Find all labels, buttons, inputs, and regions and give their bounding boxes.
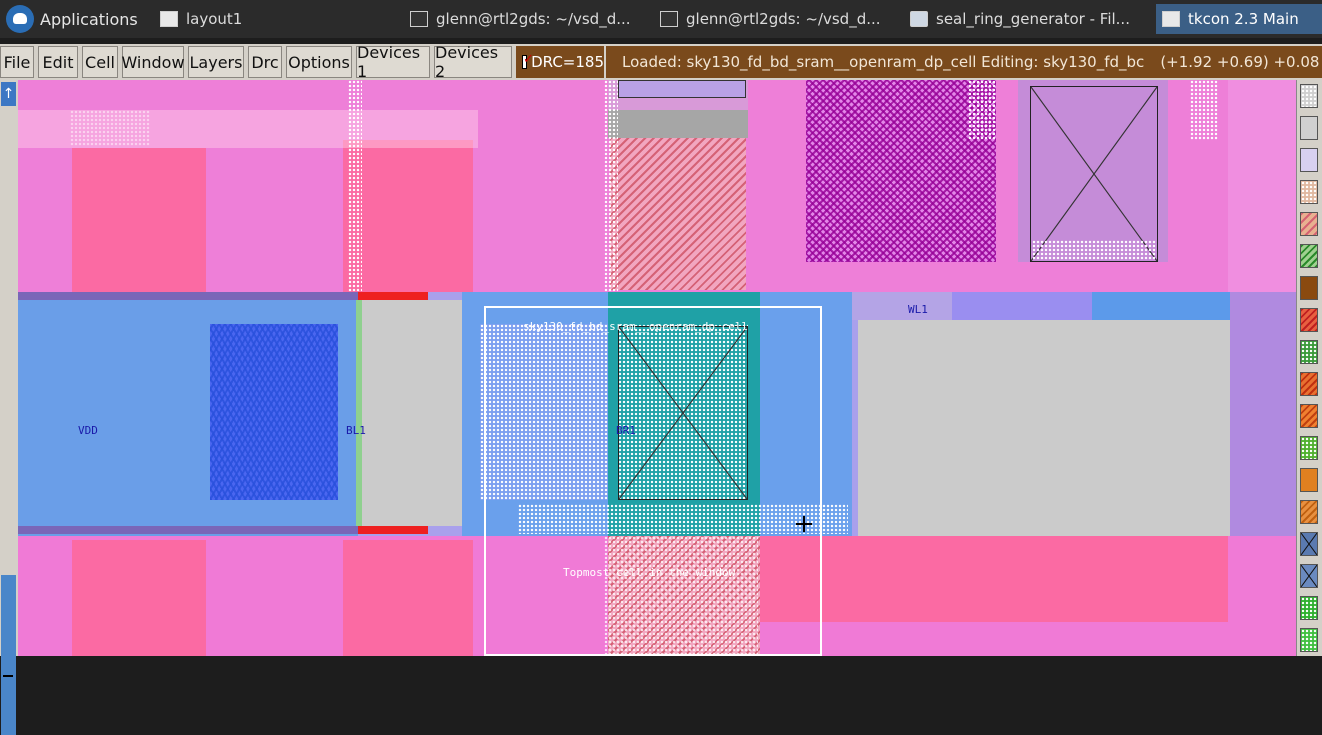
layer-swatch[interactable] [1300,84,1318,108]
layer-swatch[interactable] [1300,500,1318,524]
layer-swatch[interactable] [1300,276,1318,300]
applications-menu[interactable]: Applications [6,4,138,34]
gray-region [358,300,462,526]
layer-swatch[interactable] [1300,308,1318,332]
selection-box[interactable] [484,306,822,656]
gray-region [608,110,748,138]
contact-dots [70,110,150,146]
drc-toggle[interactable]: DRC=185 [516,46,604,78]
menu-cell[interactable]: Cell [82,46,118,78]
status-bar: Loaded: sky130_fd_bd_sram__openram_dp_ce… [606,46,1322,78]
wl-strip [952,292,1092,320]
poly-region [343,540,473,656]
menu-file[interactable]: File [0,46,34,78]
label-bl1: BL1 [346,424,366,437]
menu-layers[interactable]: Layers [188,46,244,78]
red-strip [358,526,428,534]
layer-swatch[interactable] [1300,180,1318,204]
wl-strip [852,292,952,320]
layer-swatch[interactable] [1300,596,1318,620]
window-icon [160,11,178,27]
menu-devices-1[interactable]: Devices 1 [356,43,430,81]
taskbar: Applications layout1 glenn@rtl2gds: ~/vs… [0,0,1322,38]
scroll-up-arrow-icon[interactable]: ↑ [1,82,16,106]
drc-checkbox-icon [522,52,534,69]
poly-region [758,536,1228,622]
via-array [210,324,338,500]
cell-box [618,80,746,98]
label-wl1: WL1 [908,303,928,316]
wl-strip [1092,292,1230,320]
menu-devices-2[interactable]: Devices 2 [434,43,512,81]
layer-palette [1296,80,1322,656]
layer-swatch[interactable] [1300,116,1318,140]
terminal-icon [660,11,678,27]
contact-cross-box [1030,86,1158,262]
green-edge [356,300,362,526]
layer-swatch[interactable] [1300,244,1318,268]
taskbar-item-terminal-1[interactable]: glenn@rtl2gds: ~/vsd_d... [410,4,650,34]
layer-swatch[interactable] [1300,532,1318,556]
label-br1: BR1 [616,424,636,437]
folder-icon [910,11,928,27]
taskbar-item-layout1[interactable]: layout1 [160,4,390,34]
contact-dots [604,80,618,292]
label-cell-name: sky130_fd_bd_sram__openram_dp_cell [523,320,749,333]
layer-swatch[interactable] [1300,404,1318,428]
layout-canvas[interactable]: VDD BL1 BR1 WL1 sky130_fd_bd_sram__openr… [18,80,1296,656]
zoom-out-icon[interactable] [3,675,13,677]
status-text: Loaded: sky130_fd_bd_sram__openram_dp_ce… [622,53,1145,71]
taskbar-item-label: glenn@rtl2gds: ~/vsd_d... [686,10,881,28]
scrollbar-thumb[interactable] [1,575,16,735]
menu-options[interactable]: Options [286,46,352,78]
contact-dots [1190,80,1218,140]
poly-region [72,148,206,292]
taskbar-item-file-manager[interactable]: seal_ring_generator - Fil... [910,4,1150,34]
poly-region [343,140,473,292]
label-topmost-cell: Topmost cell in the window [563,566,736,579]
window-icon [1162,11,1180,27]
magic-menubar: File Edit Cell Window Layers Drc Options… [0,43,1322,81]
contact-dots [968,80,996,140]
contact-dots [348,80,362,292]
layer-swatch[interactable] [1300,564,1318,588]
metal-region [1230,292,1296,536]
applications-label: Applications [40,9,138,29]
vertical-scrollbar[interactable]: ↑ [0,80,19,735]
taskbar-item-tkcon[interactable]: tkcon 2.3 Main [1156,4,1322,34]
gray-region [858,320,1230,536]
layer-swatch[interactable] [1300,436,1318,460]
taskbar-item-label: tkcon 2.3 Main [1188,10,1299,28]
layer-swatch[interactable] [1300,372,1318,396]
red-strip [358,292,428,300]
rail-bottom [18,526,358,534]
taskbar-item-label: glenn@rtl2gds: ~/vsd_d... [436,10,631,28]
coordinate-readout: (+1.92 +0.69) +0.08 +0.53 micron [1160,53,1322,71]
terminal-icon [410,11,428,27]
taskbar-item-label: seal_ring_generator - Fil... [936,10,1130,28]
label-vdd: VDD [78,424,98,437]
layer-swatch[interactable] [1300,212,1318,236]
poly-region [72,540,206,656]
hatched-region [610,138,746,290]
drc-count: DRC=185 [531,53,604,71]
menu-window[interactable]: Window [121,46,185,78]
menu-edit[interactable]: Edit [38,46,78,78]
layer-swatch[interactable] [1300,340,1318,364]
taskbar-item-terminal-2[interactable]: glenn@rtl2gds: ~/vsd_d... [660,4,900,34]
layer-swatch[interactable] [1300,148,1318,172]
crosshair-cursor-icon [796,516,812,532]
metal-region [1228,80,1296,292]
xfce-logo-icon [6,5,34,33]
menu-drc[interactable]: Drc [248,46,282,78]
contact-dots [1032,240,1156,260]
rail-top [18,292,358,300]
layer-swatch[interactable] [1300,628,1318,652]
layer-swatch[interactable] [1300,468,1318,492]
taskbar-item-label: layout1 [186,10,243,28]
